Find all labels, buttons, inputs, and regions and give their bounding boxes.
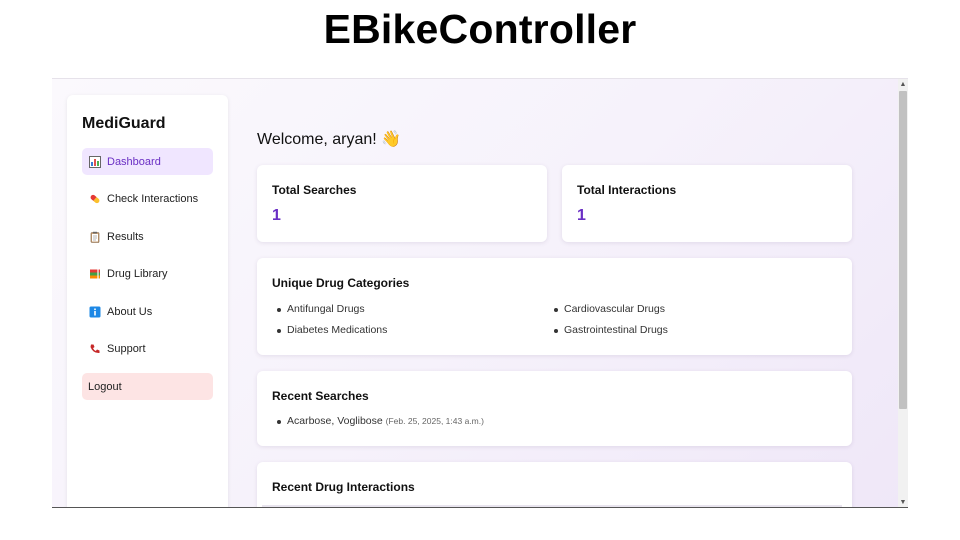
sidebar-item-label: Results [107, 230, 144, 243]
scroll-up-arrow-icon[interactable]: ▲ [898, 81, 908, 89]
card-value: 1 [272, 207, 281, 224]
scrollbar-thumb[interactable] [899, 91, 907, 409]
sidebar-item-about-us[interactable]: About Us [82, 298, 213, 325]
scroll-down-arrow-icon[interactable]: ▼ [898, 499, 908, 507]
list-item: Gastrointestinal Drugs [552, 320, 668, 341]
sidebar-item-results[interactable]: Results [82, 223, 213, 250]
sidebar-item-dashboard[interactable]: Dashboard [82, 148, 213, 175]
bottom-border [52, 507, 908, 508]
bar-chart-icon [88, 155, 101, 168]
sidebar-item-label: Support [107, 343, 146, 355]
card-value: 1 [577, 207, 586, 224]
logout-label: Logout [88, 380, 122, 393]
page-title: Welcome, aryan! 👋 [257, 131, 402, 148]
list-item: Antifungal Drugs [275, 299, 387, 320]
total-searches-card: Total Searches 1 [257, 165, 547, 242]
clipboard-icon [88, 230, 101, 243]
list-item: Acarbose, Voglibose (Feb. 25, 2025, 1:43… [275, 411, 484, 432]
sidebar-item-label: Dashboard [107, 155, 161, 168]
card-title: Recent Searches [272, 389, 369, 403]
sidebar-item-drug-library[interactable]: Drug Library [82, 261, 213, 288]
card-title: Unique Drug Categories [272, 276, 410, 290]
search-timestamp: (Feb. 25, 2025, 1:43 a.m.) [385, 416, 484, 426]
info-icon [88, 305, 101, 318]
sidebar-item-check-interactions[interactable]: Check Interactions [82, 186, 213, 213]
pill-icon [88, 193, 101, 206]
brand-logo: MediGuard [82, 115, 166, 132]
sidebar-item-support[interactable]: Support [82, 336, 213, 363]
search-drugs: Acarbose, Voglibose [287, 415, 383, 427]
category-list-right: Cardiovascular Drugs Gastrointestinal Dr… [552, 299, 668, 341]
logout-button[interactable]: Logout [82, 373, 213, 400]
vertical-scrollbar[interactable]: ▲ ▼ [898, 79, 908, 508]
sidebar-item-label: Check Interactions [107, 193, 199, 205]
phone-icon [88, 343, 101, 356]
sidebar-nav: Dashboard Check Interactions Results Dru… [82, 148, 213, 411]
recent-searches-card: Recent Searches Acarbose, Voglibose (Feb… [257, 371, 852, 446]
category-list-left: Antifungal Drugs Diabetes Medications [275, 299, 387, 341]
list-item: Diabetes Medications [275, 320, 387, 341]
app-window: MediGuard Dashboard Check Interactions R… [52, 78, 908, 508]
total-interactions-card: Total Interactions 1 [562, 165, 852, 242]
drug-categories-card: Unique Drug Categories Antifungal Drugs … [257, 258, 852, 355]
card-title: Total Searches [272, 183, 357, 197]
card-title: Recent Drug Interactions [272, 480, 415, 494]
slide-title: EBikeController [323, 6, 637, 52]
card-title: Total Interactions [577, 183, 677, 197]
sidebar-item-label: About Us [107, 305, 153, 318]
sidebar: MediGuard Dashboard Check Interactions R… [67, 95, 228, 508]
sidebar-item-label: Drug Library [107, 268, 168, 280]
recent-searches-list: Acarbose, Voglibose (Feb. 25, 2025, 1:43… [275, 411, 484, 432]
recent-interactions-card: Recent Drug Interactions [257, 462, 852, 508]
list-item: Cardiovascular Drugs [552, 299, 668, 320]
books-icon [88, 268, 101, 281]
